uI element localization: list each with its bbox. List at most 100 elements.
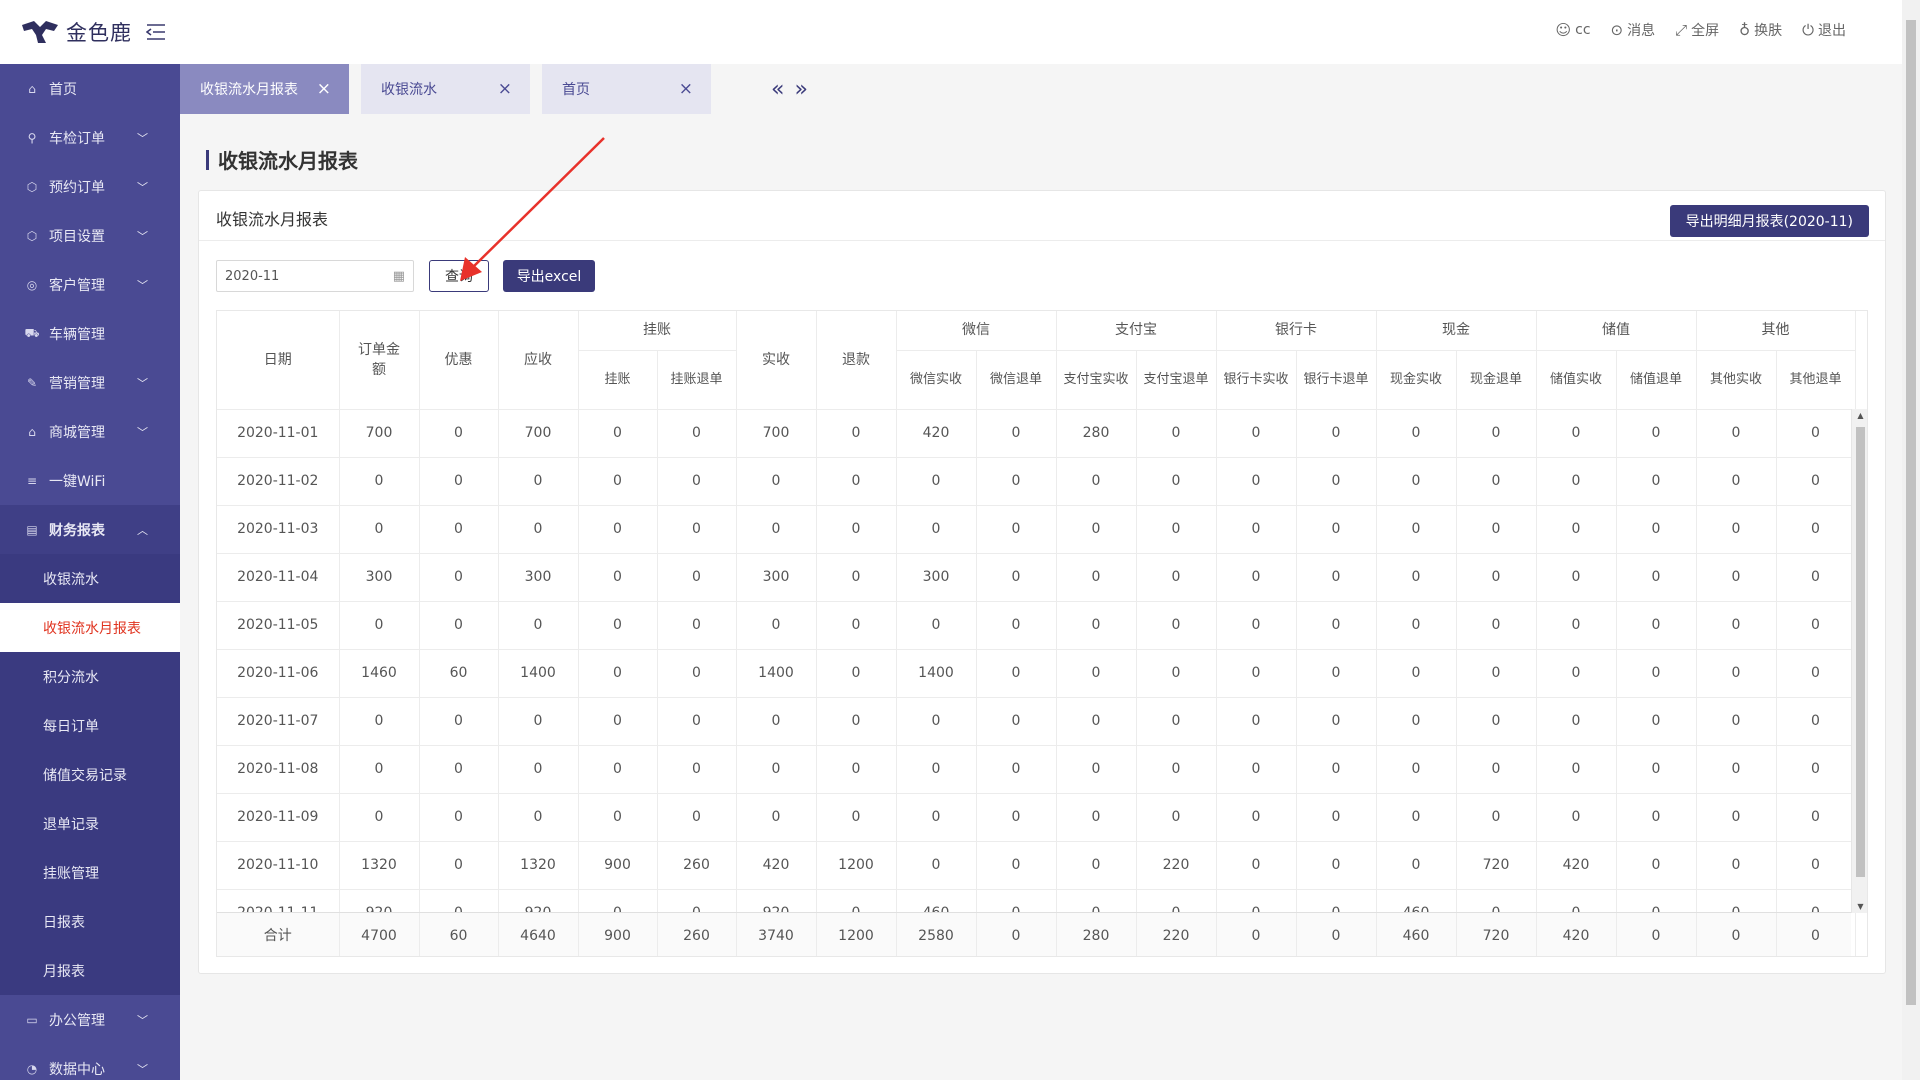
export-excel-button[interactable]: 导出excel bbox=[503, 260, 595, 292]
amount-cell: 0 bbox=[1296, 841, 1377, 890]
sidebar-item-finance-reports[interactable]: ▤ 财务报表 ︿ bbox=[0, 505, 180, 554]
sidebar-subitem-daily-orders[interactable]: 每日订单 bbox=[0, 701, 180, 750]
sidebar-item-reservations[interactable]: ⬡ 预约订单 ﹀ bbox=[0, 162, 180, 211]
amount-cell: 0 bbox=[1696, 553, 1777, 602]
sidebar-item-wifi[interactable]: ≡ 一键WiFi bbox=[0, 456, 180, 505]
amount-cell: 0 bbox=[1136, 745, 1217, 794]
sidebar-item-office[interactable]: ▭ 办公管理 ﹀ bbox=[0, 995, 180, 1044]
amount-cell: 460 bbox=[896, 889, 977, 913]
sidebar-subitem-cash-flow-monthly[interactable]: 收银流水月报表 bbox=[0, 603, 180, 652]
sidebar-item-vehicles[interactable]: ⛟ 车辆管理 bbox=[0, 309, 180, 358]
user-icon: ☺ bbox=[1555, 21, 1572, 39]
amount-cell: 0 bbox=[1376, 793, 1457, 842]
amount-cell: 0 bbox=[498, 697, 579, 746]
amount-cell: 0 bbox=[896, 793, 977, 842]
messages-button[interactable]: ⊙ 消息 bbox=[1611, 20, 1656, 40]
date-cell: 2020-11-03 bbox=[217, 505, 340, 554]
car-icon: ⛟ bbox=[24, 325, 40, 340]
amount-cell: 0 bbox=[1456, 649, 1537, 698]
tab-home[interactable]: 首页 × bbox=[542, 64, 711, 114]
amount-cell: 0 bbox=[1296, 793, 1377, 842]
sidebar-subitem-daily-report[interactable]: 日报表 bbox=[0, 897, 180, 946]
sidebar-item-inspection-orders[interactable]: ⚲ 车检订单 ﹀ bbox=[0, 113, 180, 162]
amount-cell: 300 bbox=[736, 553, 817, 602]
chevron-down-icon: ﹀ bbox=[137, 131, 148, 145]
amount-cell: 280 bbox=[1056, 409, 1137, 458]
sidebar-subitem-credit-management[interactable]: 挂账管理 bbox=[0, 848, 180, 897]
sidebar-subitem-points-flow[interactable]: 积分流水 bbox=[0, 652, 180, 701]
chevron-down-icon: ﹀ bbox=[137, 180, 148, 194]
column-header: 银行卡退单 bbox=[1296, 350, 1377, 410]
scrollbar-thumb[interactable] bbox=[1856, 427, 1865, 877]
amount-cell: 0 bbox=[1056, 505, 1137, 554]
amount-cell: 0 bbox=[1776, 697, 1851, 746]
amount-cell: 60 bbox=[419, 649, 499, 698]
amount-cell: 0 bbox=[1536, 793, 1617, 842]
query-button[interactable]: 查询 bbox=[429, 260, 489, 292]
page-scrollbar-thumb[interactable] bbox=[1906, 20, 1916, 1005]
amount-cell: 0 bbox=[578, 889, 658, 913]
amount-cell: 0 bbox=[896, 505, 977, 554]
sidebar-item-data-center[interactable]: ◔ 数据中心 ﹀ bbox=[0, 1044, 180, 1080]
amount-cell: 0 bbox=[1456, 745, 1537, 794]
amount-cell: 0 bbox=[1696, 889, 1777, 913]
amount-cell: 0 bbox=[1216, 697, 1297, 746]
amount-cell: 0 bbox=[1136, 601, 1217, 650]
column-header: 实收 bbox=[736, 311, 817, 410]
brand-logo[interactable]: 金色鹿 bbox=[20, 14, 168, 50]
amount-cell: 0 bbox=[1456, 601, 1537, 650]
tab-label: 收银流水月报表 bbox=[200, 82, 298, 98]
table-row: 2020-11-05 0 0 0 0 0 0 0 0 0 0 0 0 0 0 0 0 0 0 0 bbox=[217, 601, 1851, 650]
tab-cash-flow[interactable]: 收银流水 × bbox=[361, 64, 530, 114]
tab-cash-flow-monthly[interactable]: 收银流水月报表 × bbox=[180, 64, 349, 114]
sidebar-subitem-monthly-report[interactable]: 月报表 bbox=[0, 946, 180, 995]
table-body-scroll[interactable]: 2020-11-01 700 0 700 0 0 700 0 420 0 280 0 0 0 0 0 0 0 0 0 2… bbox=[217, 409, 1851, 913]
column-group-header: 其他 bbox=[1696, 311, 1856, 351]
month-picker[interactable]: 2020-11 ▦ bbox=[216, 260, 414, 292]
double-chevron-right-icon[interactable]: » bbox=[794, 77, 807, 102]
logout-button[interactable]: ⏻ 退出 bbox=[1802, 20, 1846, 40]
skin-button[interactable]: ♁ 换肤 bbox=[1739, 20, 1782, 40]
amount-cell: 0 bbox=[578, 649, 658, 698]
sidebar-item-customers[interactable]: ◎ 客户管理 ﹀ bbox=[0, 260, 180, 309]
close-icon[interactable]: × bbox=[679, 79, 693, 99]
amount-cell: 0 bbox=[1056, 457, 1137, 506]
sidebar-item-mall[interactable]: ⌂ 商城管理 ﹀ bbox=[0, 407, 180, 456]
amount-cell: 0 bbox=[1616, 745, 1697, 794]
close-icon[interactable]: × bbox=[498, 79, 512, 99]
fullscreen-label: 全屏 bbox=[1691, 23, 1720, 39]
page-scrollbar[interactable] bbox=[1902, 0, 1920, 1080]
scroll-up-arrow-icon[interactable]: ▲ bbox=[1852, 411, 1867, 420]
amount-cell: 1400 bbox=[896, 649, 977, 698]
table-scrollbar[interactable]: ▲ ▼ bbox=[1851, 409, 1867, 913]
sidebar-item-project-settings[interactable]: ⬡ 项目设置 ﹀ bbox=[0, 211, 180, 260]
amount-cell: 0 bbox=[976, 601, 1057, 650]
table-row: 2020-11-03 0 0 0 0 0 0 0 0 0 0 0 0 0 0 0 0 0 0 0 bbox=[217, 505, 1851, 554]
sidebar-subitem-stored-value-records[interactable]: 储值交易记录 bbox=[0, 750, 180, 799]
amount-cell: 0 bbox=[896, 697, 977, 746]
total-amount-cell: 1200 bbox=[816, 913, 897, 956]
amount-cell: 0 bbox=[1376, 457, 1457, 506]
amount-cell: 1200 bbox=[816, 841, 897, 890]
scroll-down-arrow-icon[interactable]: ▼ bbox=[1852, 902, 1867, 911]
sidebar-item-home[interactable]: ⌂ 首页 bbox=[0, 64, 180, 113]
date-cell: 2020-11-09 bbox=[217, 793, 340, 842]
amount-cell: 0 bbox=[1616, 601, 1697, 650]
sidebar-subitem-cash-flow[interactable]: 收银流水 bbox=[0, 554, 180, 603]
amount-cell: 0 bbox=[1776, 649, 1851, 698]
amount-cell: 0 bbox=[657, 697, 737, 746]
sidebar-subitem-refund-records[interactable]: 退单记录 bbox=[0, 799, 180, 848]
power-icon: ⏻ bbox=[1802, 21, 1814, 39]
export-monthly-detail-button[interactable]: 导出明细月报表(2020-11) bbox=[1669, 205, 1869, 237]
user-menu[interactable]: ☺ cc bbox=[1555, 20, 1590, 40]
double-chevron-left-icon[interactable]: « bbox=[771, 77, 784, 102]
close-icon[interactable]: × bbox=[317, 79, 331, 99]
menu-collapse-icon[interactable] bbox=[144, 20, 168, 44]
filter-row: 2020-11 ▦ 查询 导出excel bbox=[216, 260, 595, 292]
sidebar-item-label: 数据中心 bbox=[49, 1061, 105, 1078]
fullscreen-button[interactable]: ⤢ 全屏 bbox=[1675, 20, 1719, 40]
column-header: 支付宝实收 bbox=[1056, 350, 1137, 410]
amount-cell: 0 bbox=[1376, 649, 1457, 698]
sidebar-item-marketing[interactable]: ✎ 营销管理 ﹀ bbox=[0, 358, 180, 407]
amount-cell: 220 bbox=[1136, 841, 1217, 890]
